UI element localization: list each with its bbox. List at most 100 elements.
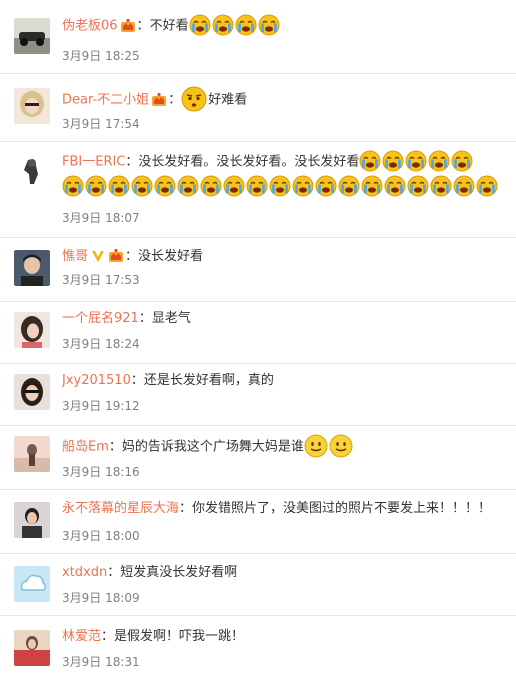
username-link[interactable]: FBI一ERIC — [62, 155, 125, 170]
comment-colon: ： — [168, 92, 182, 108]
comment-item: 一个屁名921：显老气 3月9日 18:24 — [0, 302, 516, 364]
comment-colon: ： — [138, 311, 152, 326]
username-link[interactable]: Jxy201510 — [62, 373, 131, 388]
comment-text: 不好看 — [149, 18, 189, 34]
crying-emoji-icon — [246, 175, 268, 197]
comment-line: 一个屁名921：显老气 — [62, 308, 516, 330]
crying-emoji-icon — [154, 175, 176, 197]
crying-emoji-icon — [258, 14, 280, 36]
comment-colon: ： — [179, 501, 193, 516]
avatar[interactable] — [14, 436, 50, 472]
comment-item: FBI一ERIC：没长发好看。没长发好看。没长发好看 3月9日 18:07 — [0, 142, 516, 238]
smile-emoji-icon — [329, 434, 353, 458]
crying-emoji-icon — [453, 175, 475, 197]
crying-emoji-icon — [189, 14, 211, 36]
puzzled-emoji-icon — [181, 86, 207, 112]
comment-item: xtdxdn：短发真没长发好看啊 3月9日 18:09 — [0, 554, 516, 616]
comment-item: 船岛Em：妈的告诉我这个广场舞大妈是谁 3月9日 18:16 — [0, 426, 516, 490]
crying-emoji-icon — [223, 175, 245, 197]
comment-item: 伪老板06 ：不好看 3月9日 18:25 — [0, 0, 516, 74]
crying-emoji-icon — [212, 14, 234, 36]
avatar[interactable] — [14, 154, 50, 190]
crying-emoji-icon — [292, 175, 314, 197]
comment-time: 3月9日 18:00 — [62, 529, 140, 543]
comment-colon: ： — [107, 565, 121, 580]
username-link[interactable]: 船岛Em — [62, 440, 109, 455]
comment-line: 永不落幕的星辰大海：你发错照片了，没美图过的照片不要发上来！！！！ — [62, 498, 516, 520]
comment-line: 船岛Em：妈的告诉我这个广场舞大妈是谁 — [62, 434, 516, 460]
comment-text: 没长发好看。没长发好看。没长发好看 — [138, 154, 360, 170]
username-link[interactable]: 林爱范 — [62, 629, 101, 644]
comment-time: 3月9日 18:16 — [62, 465, 140, 479]
crying-emoji-icon — [235, 14, 257, 36]
comment-colon: ： — [136, 18, 150, 34]
comment-time: 3月9日 18:25 — [62, 49, 140, 63]
avatar[interactable] — [14, 18, 50, 54]
crying-emoji-icon — [315, 175, 337, 197]
comment-line: 林爱范：是假发啊！吓我一跳！ — [62, 626, 516, 648]
crown-badge-icon — [151, 92, 167, 107]
crown-badge-icon — [108, 248, 124, 263]
avatar[interactable] — [14, 88, 50, 124]
crying-emoji-icon — [382, 150, 404, 172]
comment-colon: ： — [101, 629, 115, 644]
comment-item: 永不落幕的星辰大海：你发错照片了，没美图过的照片不要发上来！！！！ 3月9日 1… — [0, 490, 516, 554]
comment-line-continued — [62, 175, 516, 199]
comment-text: 好难看 — [208, 92, 248, 108]
crying-emoji-icon — [108, 175, 130, 197]
crown-badge-icon — [120, 18, 136, 33]
comment-text: 妈的告诉我这个广场舞大妈是谁 — [121, 439, 304, 455]
avatar[interactable] — [14, 502, 50, 538]
avatar[interactable] — [14, 566, 50, 602]
avatar[interactable] — [14, 374, 50, 410]
avatar[interactable] — [14, 312, 50, 348]
comment-time: 3月9日 17:53 — [62, 273, 140, 287]
crying-emoji-icon — [62, 175, 84, 197]
crying-emoji-icon — [85, 175, 107, 197]
avatar[interactable] — [14, 250, 50, 286]
comment-time: 3月9日 19:12 — [62, 399, 140, 413]
comment-time: 3月9日 18:31 — [62, 655, 140, 669]
comment-line: Jxy201510：还是长发好看啊，真的 — [62, 370, 516, 392]
comment-colon: ： — [130, 373, 144, 388]
crying-emoji-icon — [359, 150, 381, 172]
comment-time: 3月9日 18:24 — [62, 337, 140, 351]
comment-colon: ： — [125, 154, 139, 170]
comment-text: 短发真没长发好看啊 — [120, 565, 238, 580]
username-link[interactable]: Dear-不二小姐 — [62, 93, 149, 108]
crying-emoji-icon — [131, 175, 153, 197]
crying-emoji-icon — [361, 175, 383, 197]
crying-emoji-icon — [384, 175, 406, 197]
comment-list: 伪老板06 ：不好看 3月9日 18:25 Dear-不二小姐 ： 好难看 3月… — [0, 0, 516, 686]
username-link[interactable]: 一个屁名921 — [62, 311, 139, 326]
comment-line: 伪老板06 ：不好看 — [62, 14, 516, 38]
comment-line: FBI一ERIC：没长发好看。没长发好看。没长发好看 — [62, 150, 516, 174]
comment-colon: ： — [108, 439, 122, 455]
comment-text: 是假发啊！吓我一跳！ — [114, 629, 245, 644]
username-link[interactable]: 永不落幕的星辰大海 — [62, 501, 179, 516]
crying-emoji-icon — [430, 175, 452, 197]
comment-time: 3月9日 17:54 — [62, 117, 140, 131]
username-link[interactable]: 憔哥 — [62, 249, 88, 264]
vip-check-icon — [91, 249, 105, 263]
crying-emoji-icon — [476, 175, 498, 197]
comment-line: xtdxdn：短发真没长发好看啊 — [62, 562, 516, 584]
comment-text: 显老气 — [151, 311, 191, 326]
crying-emoji-icon — [200, 175, 222, 197]
username-link[interactable]: 伪老板06 — [62, 19, 118, 34]
crying-emoji-icon — [177, 175, 199, 197]
comment-item: Jxy201510：还是长发好看啊，真的 3月9日 19:12 — [0, 364, 516, 426]
comment-text: 你发错照片了，没美图过的照片不要发上来！！！！ — [192, 501, 492, 516]
comment-item: Dear-不二小姐 ： 好难看 3月9日 17:54 — [0, 74, 516, 142]
crying-emoji-icon — [269, 175, 291, 197]
crying-emoji-icon — [451, 150, 473, 172]
crying-emoji-icon — [338, 175, 360, 197]
comment-text: 没长发好看 — [138, 249, 204, 264]
comment-line: 憔哥 ：没长发好看 — [62, 246, 516, 268]
comment-time: 3月9日 18:09 — [62, 591, 140, 605]
crying-emoji-icon — [407, 175, 429, 197]
comment-item: 林爱范：是假发啊！吓我一跳！ 3月9日 18:31 — [0, 616, 516, 686]
username-link[interactable]: xtdxdn — [62, 565, 107, 580]
comment-item: 憔哥 ：没长发好看 3月9日 17:53 — [0, 238, 516, 302]
avatar[interactable] — [14, 630, 50, 666]
